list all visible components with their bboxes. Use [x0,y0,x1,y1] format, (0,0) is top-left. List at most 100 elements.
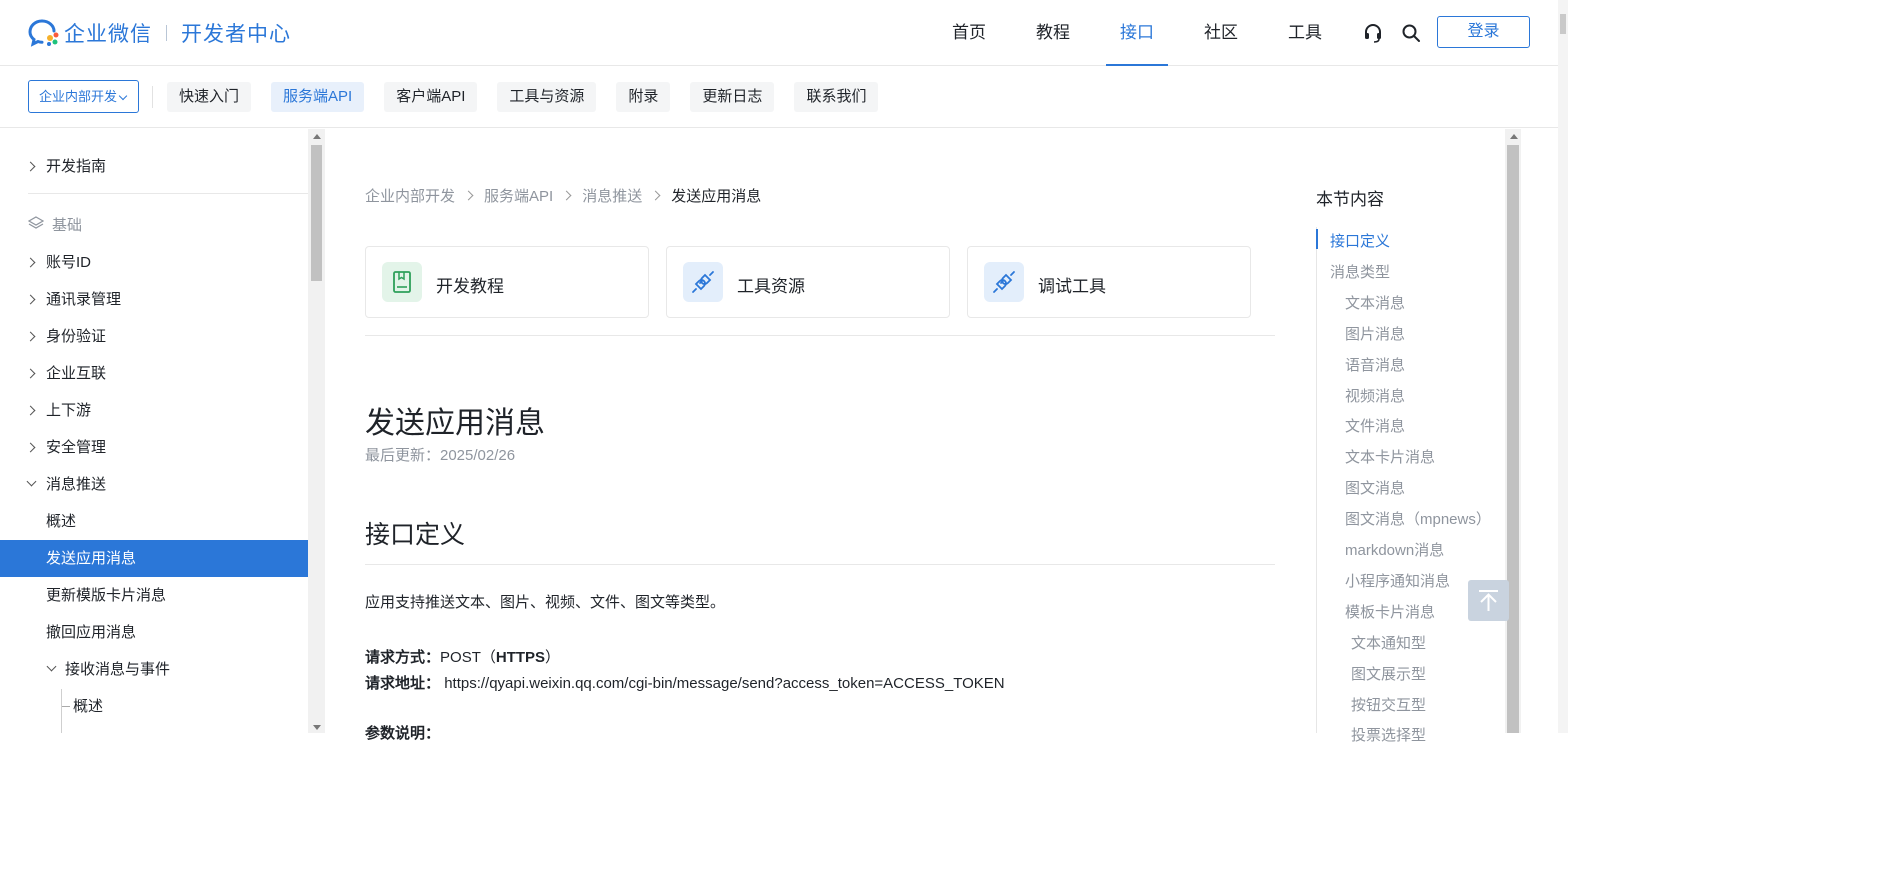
breadcrumb-item[interactable]: 消息推送 [582,185,642,206]
brand-name: 企业微信 [64,23,152,46]
sidebar-item-security[interactable]: 安全管理 [0,429,308,466]
toc-item[interactable]: 按钮交互型 [1351,694,1426,715]
sidebar-item-label: 上下游 [46,402,92,419]
chip-tools-resources[interactable]: 工具与资源 [497,82,597,112]
sidebar-item-interconnect[interactable]: 企业互联 [0,355,308,392]
chip-server-api[interactable]: 服务端API [271,82,365,112]
toc-item[interactable]: 小程序通知消息 [1345,570,1450,591]
section-divider [365,564,1275,565]
request-url: 请求地址： https://qyapi.weixin.qq.com/cgi-bi… [365,672,1005,693]
nav-community[interactable]: 社区 [1190,0,1252,66]
sidebar-item-guide[interactable]: 开发指南 [0,148,308,185]
chip-changelog[interactable]: 更新日志 [690,82,775,112]
section-title: 接口定义 [365,521,466,549]
nav-home[interactable]: 首页 [938,0,1000,66]
chevron-right-icon [25,405,36,416]
sidebar-item-label: 概述 [73,698,104,715]
toc-item[interactable]: 文本卡片消息 [1345,446,1435,467]
card-label: 调试工具 [1038,277,1106,296]
sidebar: 开发指南 基础 账号ID 通讯录管理 身份验证 企业互联 上下游 安全管理 消息… [0,129,308,733]
sub-nav: 企业内部开发 快速入门 服务端API 客户端API 工具与资源 附录 更新日志 … [0,66,1558,128]
toc-title: 本节内容 [1316,190,1384,209]
chip-contact[interactable]: 联系我们 [794,82,879,112]
chevron-right-icon [650,190,661,200]
request-method-suffix: ） [545,649,561,666]
chevron-right-icon [25,442,36,453]
toc-item[interactable]: 图文展示型 [1351,663,1426,684]
sidebar-item-send-app-message[interactable]: 发送应用消息 [0,540,308,577]
window-scrollbar[interactable] [1558,0,1568,733]
sidebar-item-auth[interactable]: 身份验证 [0,318,308,355]
toc-item[interactable]: 语音消息 [1345,354,1405,375]
sidebar-item-update-template-card[interactable]: 更新模版卡片消息 [0,577,308,614]
logo-divider [166,25,167,41]
main-nav: 首页 教程 接口 社区 工具 [938,0,1358,66]
sidebar-scrollbar-thumb[interactable] [311,145,322,281]
headset-icon[interactable] [1362,22,1384,44]
chip-client-api[interactable]: 客户端API [384,82,478,112]
search-icon[interactable] [1400,22,1422,44]
scroll-up-arrow-icon[interactable] [313,134,321,139]
plug-icon [984,262,1024,302]
plug-icon [683,262,723,302]
sidebar-item-recall-message[interactable]: 撤回应用消息 [0,614,308,651]
sidebar-item-upstream-downstream[interactable]: 上下游 [0,392,308,429]
request-method-protocol: HTTPS [495,649,546,666]
chip-appendix[interactable]: 附录 [616,82,671,112]
params-heading: 参数说明： [365,722,440,743]
toc-item[interactable]: 文件消息 [1345,415,1405,436]
page-title: 发送应用消息 [365,407,545,440]
toc-scrollbar-thumb[interactable] [1507,145,1519,733]
scope-dropdown[interactable]: 企业内部开发 [28,80,139,113]
chevron-down-icon [46,661,57,672]
login-button[interactable]: 登录 [1437,16,1530,48]
scroll-down-arrow-icon[interactable] [313,725,321,730]
sidebar-item-contacts[interactable]: 通讯录管理 [0,281,308,318]
last-updated: 最后更新：2025/02/26 [365,447,516,464]
back-to-top-button[interactable] [1468,580,1509,621]
card-label: 工具资源 [737,277,805,296]
breadcrumb-item[interactable]: 企业内部开发 [365,185,455,206]
sidebar-item-label: 发送应用消息 [46,550,137,567]
sidebar-item-account-id[interactable]: 账号ID [0,244,308,281]
nav-api[interactable]: 接口 [1106,0,1168,66]
scroll-up-arrow-icon[interactable] [1510,134,1518,139]
toc-item[interactable]: 接口定义 [1330,230,1390,251]
sidebar-group-basic: 基础 [27,214,83,234]
scope-dropdown-label: 企业内部开发 [39,89,118,104]
chip-quickstart[interactable]: 快速入门 [167,82,252,112]
toc-item[interactable]: 消息类型 [1330,261,1390,282]
toc-item[interactable]: 文本通知型 [1351,632,1426,653]
toc-item[interactable]: 文本消息 [1345,292,1405,313]
toc-item[interactable]: 图文消息（mpnews） [1345,508,1491,529]
breadcrumb-current: 发送应用消息 [671,187,762,205]
sidebar-divider [28,193,308,194]
tree-connector [62,706,70,707]
toc-item[interactable]: 图文消息 [1345,477,1405,498]
toc-item[interactable]: markdown消息 [1345,539,1444,560]
sidebar-item-label: 撤回应用消息 [46,624,137,641]
window-scrollbar-thumb[interactable] [1560,14,1566,34]
sidebar-item-label: 企业互联 [46,365,107,382]
toc-scrollbar[interactable] [1505,129,1521,733]
card-dev-tutorial[interactable]: 开发教程 [365,246,649,318]
toc-active-indicator [1316,229,1318,249]
toc-item[interactable]: 模板卡片消息 [1345,601,1435,622]
layers-icon [27,216,46,232]
breadcrumb-item[interactable]: 服务端API [484,185,553,206]
toc-item[interactable]: 投票选择型 [1351,724,1426,745]
nav-tutorials[interactable]: 教程 [1022,0,1084,66]
nav-tools[interactable]: 工具 [1274,0,1336,66]
sidebar-group-label: 基础 [52,216,83,234]
sidebar-item-receive-messages-events[interactable]: 接收消息与事件 [0,651,308,688]
sidebar-item-overview[interactable]: 概述 [0,503,308,540]
wecom-logo-icon [28,18,62,48]
card-debug-tool[interactable]: 调试工具 [967,246,1251,318]
toc-item[interactable]: 视频消息 [1345,385,1405,406]
site-logo[interactable]: 企业微信 开发者中心 [28,18,291,48]
sidebar-scrollbar[interactable] [308,129,325,733]
toc-item[interactable]: 图片消息 [1345,323,1405,344]
card-tool-resources[interactable]: 工具资源 [666,246,950,318]
sidebar-item-message-push[interactable]: 消息推送 [0,466,308,503]
sidebar-item-sub-overview[interactable]: 概述 [0,688,308,725]
